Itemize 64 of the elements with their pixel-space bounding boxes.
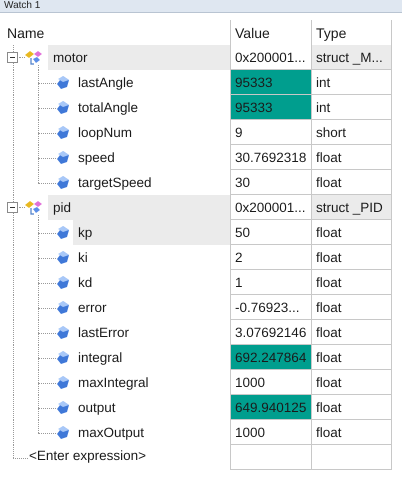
- type-cell: short: [311, 120, 392, 145]
- field-icon: [57, 76, 69, 89]
- collapse-icon[interactable]: [7, 202, 18, 213]
- type-cell: float: [311, 295, 392, 320]
- variable-name[interactable]: kd: [73, 270, 230, 295]
- field-icon: [57, 251, 69, 264]
- type-cell: float: [311, 145, 392, 170]
- variable-name[interactable]: loopNum: [73, 120, 230, 145]
- field-icon: [57, 426, 69, 439]
- variable-name[interactable]: maxIntegral: [73, 370, 230, 395]
- value-cell[interactable]: 692.247864: [230, 345, 311, 370]
- variable-name[interactable]: pid: [48, 195, 230, 220]
- field-icon: [57, 301, 69, 314]
- window-title: Watch 1: [4, 0, 40, 11]
- field-icon: [57, 376, 69, 389]
- field-icon: [57, 151, 69, 164]
- variable-name[interactable]: maxOutput: [73, 420, 230, 445]
- type-cell: struct _M...: [311, 45, 392, 70]
- variable-name[interactable]: speed: [73, 145, 230, 170]
- value-cell[interactable]: 9: [230, 120, 311, 145]
- field-icon: [57, 126, 69, 139]
- type-cell: float: [311, 370, 392, 395]
- variable-name[interactable]: lastError: [73, 320, 230, 345]
- value-cell[interactable]: 95333: [230, 70, 311, 95]
- type-cell: float: [311, 420, 392, 445]
- value-cell[interactable]: 30.7692318: [230, 145, 311, 170]
- collapse-icon[interactable]: [7, 52, 18, 63]
- type-cell: float: [311, 220, 392, 245]
- type-cell: int: [311, 95, 392, 120]
- variable-name[interactable]: output: [73, 395, 230, 420]
- type-cell: float: [311, 345, 392, 370]
- type-cell: float: [311, 395, 392, 420]
- type-cell: struct _PID: [311, 195, 392, 220]
- value-cell[interactable]: -0.76923...: [230, 295, 311, 320]
- value-cell[interactable]: 30: [230, 170, 311, 195]
- variable-name[interactable]: kp: [73, 220, 230, 245]
- type-cell: float: [311, 270, 392, 295]
- variable-name[interactable]: targetSpeed: [73, 170, 230, 195]
- type-cell: float: [311, 320, 392, 345]
- variable-name[interactable]: integral: [73, 345, 230, 370]
- value-cell[interactable]: 649.940125: [230, 395, 311, 420]
- value-cell[interactable]: 1000: [230, 420, 311, 445]
- enter-expression-prompt[interactable]: <Enter expression>: [29, 448, 146, 463]
- variable-name[interactable]: error: [73, 295, 230, 320]
- field-icon: [57, 176, 69, 189]
- type-cell: float: [311, 245, 392, 270]
- variable-name[interactable]: ki: [73, 245, 230, 270]
- field-icon: [57, 326, 69, 339]
- field-icon: [57, 351, 69, 364]
- column-header[interactable]: Name: [7, 22, 44, 42]
- variable-name[interactable]: motor: [48, 45, 230, 70]
- value-cell[interactable]: 1: [230, 270, 311, 295]
- value-cell[interactable]: 2: [230, 245, 311, 270]
- field-icon: [57, 401, 69, 414]
- column-header[interactable]: Value: [235, 22, 270, 42]
- value-cell[interactable]: 95333: [230, 95, 311, 120]
- value-cell[interactable]: 50: [230, 220, 311, 245]
- variable-name[interactable]: totalAngle: [73, 95, 230, 120]
- column-header[interactable]: Type: [316, 22, 346, 42]
- variable-name[interactable]: lastAngle: [73, 70, 230, 95]
- field-icon: [57, 226, 69, 239]
- field-icon: [57, 276, 69, 289]
- field-icon: [57, 101, 69, 114]
- type-cell: int: [311, 70, 392, 95]
